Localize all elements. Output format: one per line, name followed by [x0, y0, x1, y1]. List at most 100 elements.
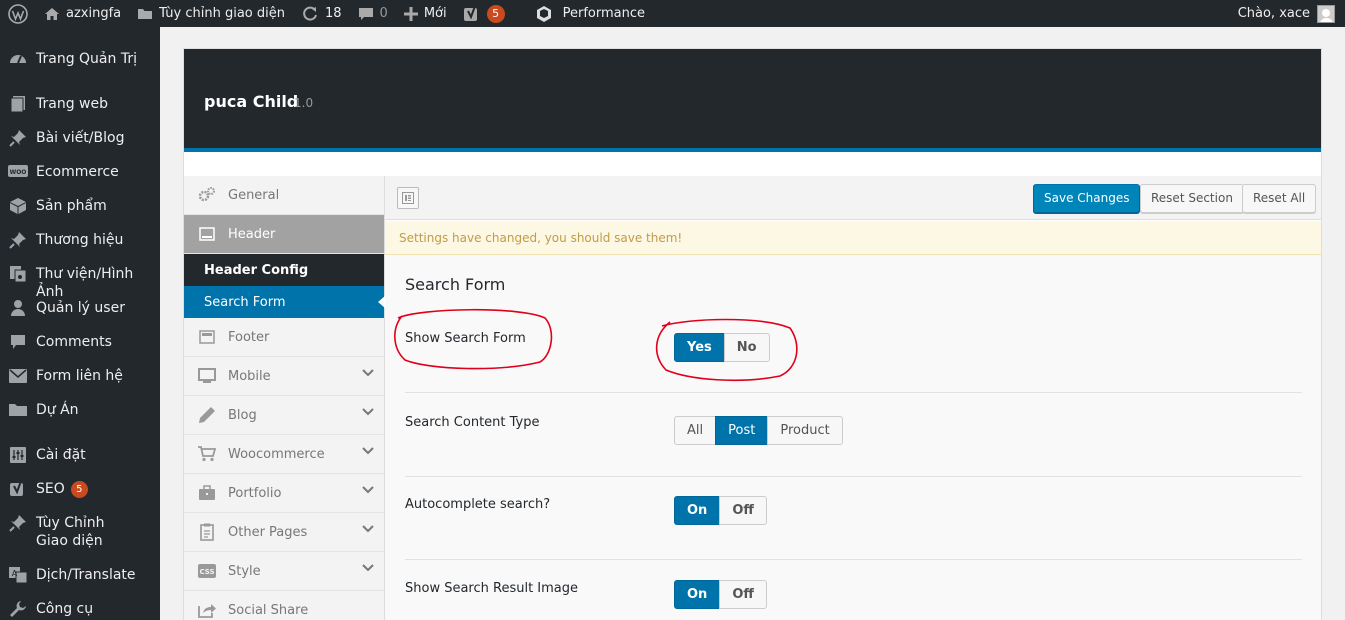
- show-search-form-label: Show Search Form: [405, 331, 526, 346]
- clipboard-icon: [198, 523, 216, 541]
- my-account[interactable]: Chào, xace: [1238, 4, 1345, 23]
- home-icon: [45, 7, 59, 20]
- sidebar-subitem-search-form[interactable]: Search Form: [184, 286, 385, 318]
- menu-item-tools[interactable]: Công cụ: [0, 599, 160, 619]
- comment-icon: [358, 7, 373, 20]
- reset-section-button[interactable]: Reset Section: [1140, 184, 1244, 213]
- media-icon: [8, 264, 28, 284]
- search-content-type-all[interactable]: All: [674, 416, 717, 445]
- pin-icon: [8, 128, 28, 148]
- comments-link[interactable]: 0: [350, 0, 396, 27]
- seo-badge: 5: [70, 481, 88, 498]
- show-search-form-toggle: Yes No: [674, 333, 770, 362]
- expand-icon: [402, 192, 414, 204]
- sidebar-item-social-share[interactable]: Social Share: [184, 591, 384, 620]
- show-result-image-off[interactable]: Off: [719, 580, 767, 609]
- monitor-icon: [198, 367, 216, 385]
- theme-name: puca Child: [204, 92, 299, 111]
- svg-text:WOO: WOO: [10, 169, 27, 176]
- options-sidebar: General Header Header Config Search Form…: [184, 176, 385, 620]
- menu-item-media[interactable]: Thư viện/Hình Ảnh: [0, 264, 160, 301]
- customize-link[interactable]: Tùy chỉnh giao diện: [129, 0, 293, 27]
- sidebar-item-blog[interactable]: Blog: [184, 396, 384, 435]
- search-content-type-product[interactable]: Product: [767, 416, 843, 445]
- pin-icon: [8, 230, 28, 250]
- section-title: Search Form: [405, 275, 506, 294]
- translate-icon: A: [8, 565, 28, 585]
- menu-item-brands[interactable]: Thương hiệu: [0, 230, 160, 250]
- autocomplete-on[interactable]: On: [674, 496, 721, 525]
- show-search-form-no[interactable]: No: [723, 333, 770, 362]
- sidebar-subitem-header-config[interactable]: Header Config: [184, 254, 384, 286]
- chevron-down-icon: [362, 408, 374, 416]
- chevron-down-icon: [362, 525, 374, 533]
- search-content-type-label: Search Content Type: [405, 415, 540, 430]
- sidebar-item-style[interactable]: CSS Style: [184, 552, 384, 591]
- site-name-link[interactable]: azxingfa: [36, 0, 129, 27]
- show-result-image-label: Show Search Result Image: [405, 581, 579, 596]
- folder-icon: [8, 400, 28, 420]
- sidebar-item-woocommerce[interactable]: Woocommerce: [184, 435, 384, 474]
- chevron-down-icon: [362, 564, 374, 572]
- autocomplete-toggle: On Off: [674, 496, 767, 525]
- sidebar-item-footer[interactable]: Footer: [184, 318, 384, 357]
- divider: [405, 392, 1302, 393]
- menu-item-seo[interactable]: SEO 5: [0, 479, 160, 499]
- menu-item-ecommerce[interactable]: WOO Ecommerce: [0, 162, 160, 182]
- options-toolbar: Save Changes Reset Section Reset All: [385, 176, 1321, 220]
- menu-item-customize[interactable]: Tùy Chỉnh Giao diện: [0, 513, 160, 550]
- menu-item-products[interactable]: Sản phẩm: [0, 196, 160, 216]
- menu-item-posts[interactable]: Bài viết/Blog: [0, 128, 160, 148]
- settings-icon: [8, 445, 28, 465]
- search-content-type-post[interactable]: Post: [715, 416, 769, 445]
- yoast-seo-link[interactable]: 5: [455, 0, 513, 27]
- reset-all-button[interactable]: Reset All: [1242, 184, 1317, 213]
- wordpress-logo-icon[interactable]: [0, 0, 36, 27]
- theme-version: 1.0: [294, 96, 314, 110]
- menu-item-settings[interactable]: Cài đặt: [0, 445, 160, 465]
- autocomplete-off[interactable]: Off: [719, 496, 767, 525]
- save-changes-button[interactable]: Save Changes: [1033, 184, 1141, 213]
- sidebar-item-general[interactable]: General: [184, 176, 384, 215]
- performance-icon: [536, 5, 551, 22]
- plus-icon: [403, 6, 418, 21]
- updates-link[interactable]: 18: [293, 0, 350, 27]
- menu-item-users[interactable]: Quản lý user: [0, 298, 160, 318]
- show-result-image-on[interactable]: On: [674, 580, 721, 609]
- autocomplete-label: Autocomplete search?: [405, 497, 551, 512]
- new-content-link[interactable]: Mới: [396, 0, 455, 27]
- admin-bar: azxingfa Tùy chỉnh giao diện 18 0 Mới 5 …: [0, 0, 1345, 27]
- brush-icon: [8, 513, 28, 533]
- menu-item-pages[interactable]: Trang web: [0, 94, 160, 114]
- sidebar-item-header[interactable]: Header: [184, 215, 384, 254]
- chevron-down-icon: [362, 447, 374, 455]
- search-content-type-group: All Post Product: [674, 416, 843, 445]
- menu-item-dashboard[interactable]: Trang Quản Trị: [0, 49, 160, 69]
- chevron-down-icon: [362, 486, 374, 494]
- show-search-form-yes[interactable]: Yes: [674, 333, 725, 362]
- performance-link[interactable]: Performance: [527, 0, 653, 27]
- expand-options-button[interactable]: [397, 187, 419, 209]
- footer-layout-icon: [198, 328, 216, 346]
- svg-text:CSS: CSS: [199, 568, 214, 576]
- sidebar-item-mobile[interactable]: Mobile: [184, 357, 384, 396]
- menu-item-comments[interactable]: Comments: [0, 332, 160, 352]
- theme-options-panel: puca Child 1.0 General Header Header Con…: [183, 48, 1322, 620]
- woo-icon: WOO: [8, 162, 28, 182]
- yoast-icon: [463, 5, 477, 21]
- share-icon: [198, 601, 216, 619]
- sidebar-item-portfolio[interactable]: Portfolio: [184, 474, 384, 513]
- menu-item-contact-form[interactable]: Form liên hệ: [0, 366, 160, 386]
- sidebar-item-other-pages[interactable]: Other Pages: [184, 513, 384, 552]
- header-layout-icon: [198, 225, 216, 243]
- divider: [405, 476, 1302, 477]
- chevron-down-icon: [362, 369, 374, 377]
- folder-icon: [138, 8, 153, 19]
- user-icon: [8, 298, 28, 318]
- avatar: [1317, 4, 1335, 23]
- menu-item-projects[interactable]: Dự Án: [0, 400, 160, 420]
- menu-item-translate[interactable]: A Dịch/Translate: [0, 565, 160, 585]
- yoast-icon: [8, 479, 28, 499]
- admin-menu: Trang Quản Trị Trang web Bài viết/Blog W…: [0, 27, 160, 620]
- pages-icon: [8, 94, 28, 114]
